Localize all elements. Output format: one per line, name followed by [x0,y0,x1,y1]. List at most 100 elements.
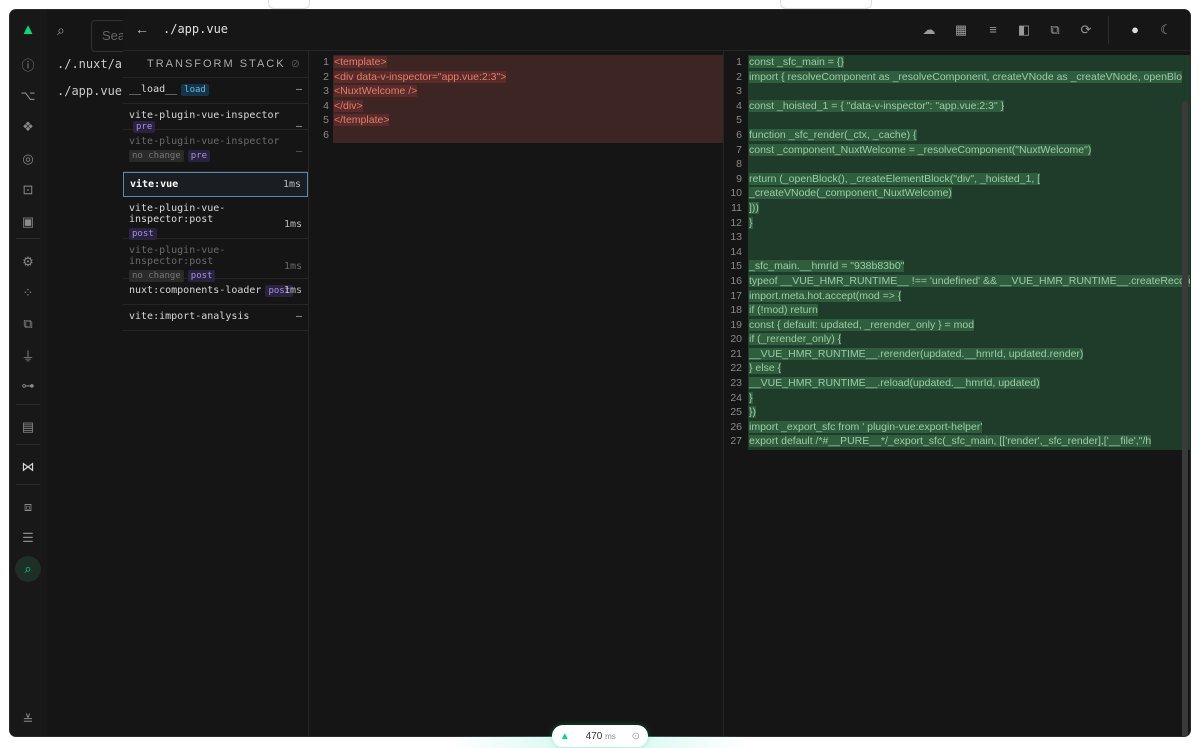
step-name: vite-plugin-vue-inspector [129,136,280,147]
line-number: 1 [736,56,742,68]
stack-step[interactable]: vite-plugin-vue-inspectorpre – [123,104,308,133]
devtools-settings-icon[interactable]: ≚ [19,711,37,729]
pages-icon[interactable]: ⊡ [19,181,37,199]
vscode-icon[interactable]: ⋈ [19,458,37,476]
code-line: 7 const _component_NuxtWelcome = _resolv… [724,143,1190,158]
code-line: 1 <template> [309,55,723,70]
line-number: 19 [730,318,742,331]
code-line: 25}) [724,405,1190,420]
code-line: 20 if (_rerender_only) { [724,332,1190,347]
nuxt-logo-icon[interactable]: ▲ [19,20,37,38]
code-text: if (!mod) return [749,304,818,317]
stack-step[interactable]: vite-plugin-vue-inspector:post no change… [123,239,308,282]
line-number: 8 [736,158,742,171]
refresh-icon[interactable]: ⟳ [1077,21,1095,39]
code-line: 13 [724,230,1190,245]
step-time: – [295,146,302,157]
modules-icon[interactable]: ⁘ [19,284,37,302]
stack-step[interactable]: nuxt:components-loader post 1ms [123,279,308,305]
inspect-icon[interactable]: ⌕ [15,556,41,582]
dark-mode-icon[interactable]: ☾ [1157,21,1175,39]
stack-step-selected[interactable]: vite:vue 1ms [123,172,308,197]
github-icon[interactable]: ● [1126,21,1144,39]
step-name: vite-plugin-vue-inspector:post [129,203,226,225]
render-time: 470 ms [585,730,616,742]
line-number: 6 [736,128,742,141]
components-tree-icon[interactable]: ⌥ [19,87,37,105]
code-line: 4 const _hoisted_1 = { "data-v-inspector"… [724,99,1190,114]
step-time: – [295,311,302,322]
stack-step[interactable]: vite-plugin-vue-inspector:post post 1ms [123,197,308,240]
line-number: 15 [730,260,742,273]
line-number: 13 [730,231,742,244]
code-line: 15 _sfc_main.__hmrId = "938b83b0" [724,259,1190,274]
code-text: ])) [749,201,759,214]
code-text: const { default: updated, _rerender_only… [749,318,975,331]
line-number: 1 [323,56,329,68]
code-line: 24 } [724,391,1190,406]
diff-icon[interactable]: ⧉ [1046,21,1064,39]
step-time: – [295,84,302,95]
line-number: 18 [730,304,742,317]
cloud-icon[interactable]: ☁ [920,21,938,39]
module-path: ./app.vue [163,22,229,36]
line-number: 3 [323,85,329,98]
code-line: 2 import { resolveComponent as _resolveCo… [724,70,1190,85]
code-text: } [749,216,753,229]
code-text: __VUE_HMR_RUNTIME__.rerender(updated.__h… [749,347,1084,360]
imports-icon[interactable]: ◎ [19,150,37,168]
step-time: 1ms [283,261,302,272]
line-number: 21 [730,347,742,360]
images-icon[interactable]: ▣ [19,213,37,231]
code-text: import.meta.hot.accept(mod => { [749,289,902,302]
step-time: 1ms [283,285,302,296]
components-icon[interactable]: ❖ [19,118,37,136]
wrap-lines-icon[interactable]: ≡ [984,21,1002,39]
target-icon[interactable]: ⊙ [632,731,640,742]
code-text: export default /*#__PURE__*/_export_sfc(… [749,435,1152,448]
code-text: function _sfc_render(_ctx, _cache) { [749,128,917,141]
layout-side-icon[interactable]: ◧ [1015,21,1033,39]
line-number: 22 [730,362,742,375]
settings-icon[interactable]: ⚙ [19,253,37,271]
plugins-icon[interactable]: ⏚ [19,346,37,364]
panel-topbar: ← ./app.vue ☁ ▦ ≡ ◧ ⧉ ⟳ ● ☾ [123,10,1190,51]
stack-step[interactable]: __load__ load – [123,78,308,104]
line-number: 10 [730,187,742,200]
code-after-pane[interactable]: 1 const _sfc_main = {} 2 import { resolveCo… [724,51,1190,736]
code-text: } [749,391,753,404]
server-routes-icon[interactable]: ⊶ [19,377,37,395]
code-line: 16 typeof __VUE_HMR_RUNTIME__ !== 'undefi… [724,274,1190,289]
stack-step[interactable]: vite-plugin-vue-inspector no change pre – [123,130,308,172]
code-text: const _sfc_main = {} [749,56,844,68]
runtime-configs-icon[interactable]: ☰ [19,529,37,547]
eye-off-icon[interactable]: ⊘ [291,51,300,77]
line-number: 16 [730,274,742,287]
code-line: 11 ])) [724,201,1190,216]
scrollbar[interactable] [1182,101,1188,736]
step-name: vite-plugin-vue-inspector:post [129,245,226,267]
terminal-icon[interactable]: ⧈ [19,498,37,516]
info-icon[interactable]: ⓘ [19,55,37,73]
devtools-toggle-badge[interactable]: ▲ 470 ms ⊙ [552,725,648,747]
stack-title: TRANSFORM STACK ⊘ [123,51,308,78]
code-before-pane[interactable]: 1 <template> 2 <div data-v-inspector="app.… [309,51,724,736]
step-time: 1ms [282,179,301,190]
transform-stack: TRANSFORM STACK ⊘ __load__ load – vite-pl… [123,51,309,736]
line-number: 4 [736,99,742,112]
code-line: 10 _createVNode(_component_NuxtWelcome) [724,186,1190,201]
line-number: 4 [323,99,329,112]
code-line: 4 </div> [309,99,723,114]
back-arrow-icon[interactable]: ← [135,21,149,37]
table-icon[interactable]: ▦ [952,21,970,39]
assets-icon[interactable]: ⧉ [19,315,37,333]
line-number: 6 [323,128,329,141]
storage-icon[interactable]: ▤ [19,418,37,436]
line-number: 7 [736,143,742,156]
module-item[interactable]: ./app.vue [57,84,122,98]
code-line: 6 [309,128,723,143]
stack-step[interactable]: vite:import-analysis – [123,305,308,331]
code-text: import _export_sfc from ' plugin-vue:exp… [749,420,983,433]
code-text: import { resolveComponent as _resolveCom… [749,70,1183,83]
code-text: _createVNode(_component_NuxtWelcome) [749,187,952,200]
